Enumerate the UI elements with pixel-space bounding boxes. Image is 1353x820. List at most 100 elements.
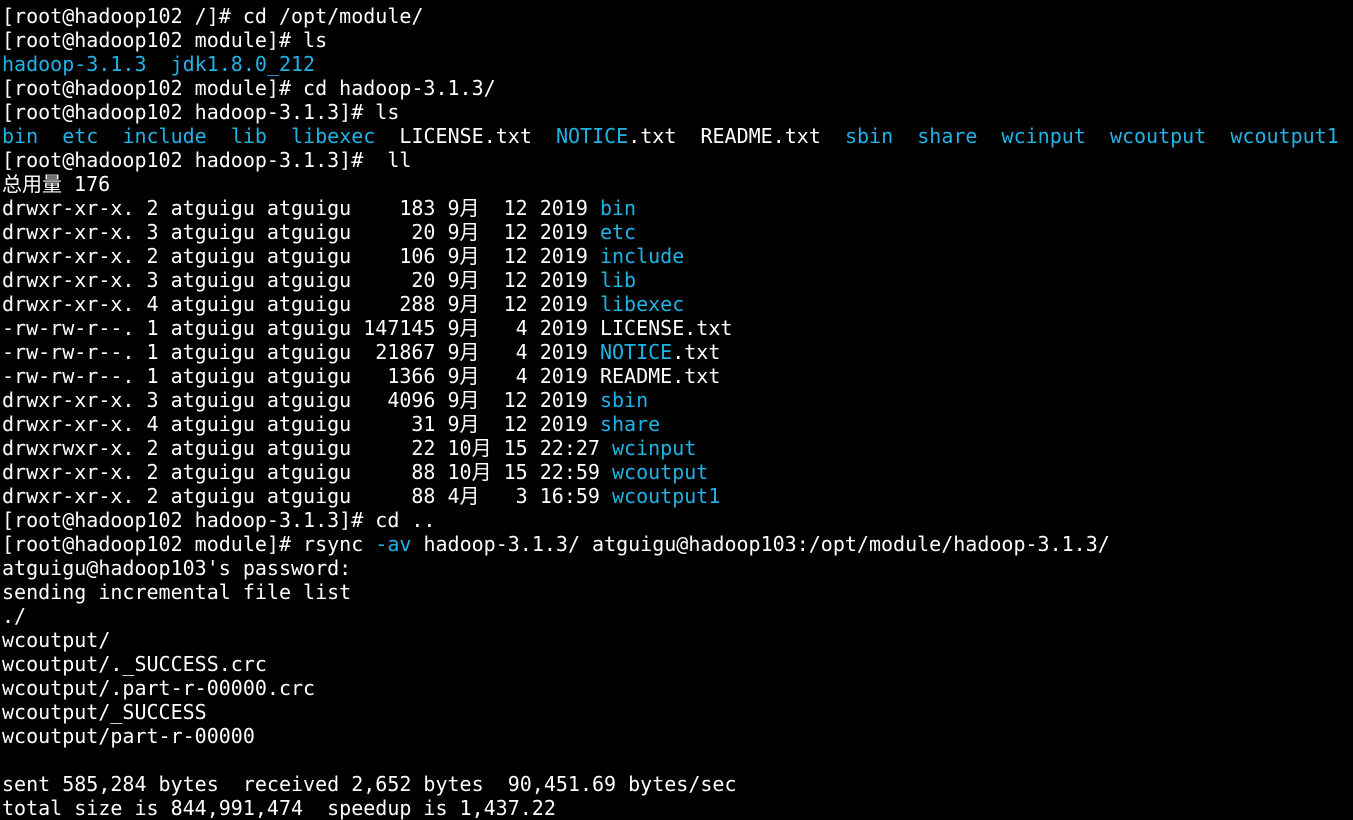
terminal-text: -rw-rw-r--. 1 atguigu atguigu 1366 9月 4 … xyxy=(2,364,721,388)
terminal-line: wcoutput/._SUCCESS.crc xyxy=(2,652,1353,676)
terminal-highlight-text: share xyxy=(917,124,978,148)
terminal-highlight-text: sbin xyxy=(599,388,649,412)
terminal-text: total size is 844,991,474 speedup is 1,4… xyxy=(2,796,556,820)
terminal-line: ./ xyxy=(2,604,1353,628)
terminal-text: wcoutput/._SUCCESS.crc xyxy=(2,652,267,676)
terminal-line: [root@hadoop102 module]# cd hadoop-3.1.3… xyxy=(2,76,1353,100)
terminal-highlight-text: etc xyxy=(599,220,637,244)
terminal-text: wcoutput/.part-r-00000.crc xyxy=(2,676,316,700)
terminal-highlight-text: -av xyxy=(375,532,412,556)
terminal-line: wcoutput/part-r-00000 xyxy=(2,724,1353,748)
terminal-highlight-text: libexec xyxy=(291,124,376,148)
terminal-text: [root@hadoop102 hadoop-3.1.3]# ls xyxy=(2,100,400,124)
terminal-text: [root@hadoop102 hadoop-3.1.3]# cd .. xyxy=(2,508,436,532)
terminal-text: wcoutput/part-r-00000 xyxy=(2,724,255,748)
terminal-text: -rw-rw-r--. 1 atguigu atguigu 147145 9月 … xyxy=(2,316,733,340)
terminal-line: hadoop-3.1.3 jdk1.8.0_212 xyxy=(2,52,1353,76)
terminal-highlight-text: wcinput xyxy=(612,436,697,460)
terminal-text: LICENSE.txt xyxy=(375,124,556,148)
terminal-line: [root@hadoop102 hadoop-3.1.3]# ls xyxy=(2,100,1353,124)
terminal-text: drwxr-xr-x. 3 atguigu atguigu 20 9月 12 2… xyxy=(2,268,600,292)
terminal-text: ./ xyxy=(2,604,27,628)
terminal-text: atguigu@hadoop103's password: xyxy=(2,556,352,580)
terminal-highlight-text: share xyxy=(599,412,661,436)
terminal-highlight-text: bin xyxy=(2,124,39,148)
terminal-line: bin etc include lib libexec LICENSE.txt … xyxy=(2,124,1353,148)
terminal-highlight-text: libexec xyxy=(599,292,685,316)
terminal-text: [root@hadoop102 /]# cd /opt/module/ xyxy=(2,4,424,28)
terminal-highlight-text: NOTICE xyxy=(555,124,629,148)
terminal-text: drwxr-xr-x. 3 atguigu atguigu 4096 9月 12… xyxy=(2,388,600,412)
terminal-line: [root@hadoop102 module]# ls xyxy=(2,28,1353,52)
terminal-text: drwxr-xr-x. 2 atguigu atguigu 88 4月 3 16… xyxy=(2,484,613,508)
terminal-highlight-text: include xyxy=(122,124,207,148)
terminal-line: drwxr-xr-x. 2 atguigu atguigu 88 4月 3 16… xyxy=(2,484,1353,508)
terminal-highlight-text: lib xyxy=(230,124,267,148)
terminal-text: [root@hadoop102 hadoop-3.1.3]# ll xyxy=(2,148,412,172)
terminal-highlight-text: lib xyxy=(599,268,637,292)
terminal-line: wcoutput/_SUCCESS xyxy=(2,700,1353,724)
terminal-highlight-text: bin xyxy=(599,196,637,220)
terminal-line: [root@hadoop102 /]# cd /opt/module/ xyxy=(2,4,1353,28)
terminal-line: [root@hadoop102 module]# rsync -av hadoo… xyxy=(2,532,1353,556)
terminal-text: .txt xyxy=(672,340,721,364)
terminal-highlight-text: sbin xyxy=(844,124,894,148)
terminal-window[interactable]: [root@hadoop102 /]# cd /opt/module/[root… xyxy=(0,0,1353,820)
terminal-text: drwxrwxr-x. 2 atguigu atguigu 22 10月 15 … xyxy=(2,436,613,460)
terminal-line: -rw-rw-r--. 1 atguigu atguigu 1366 9月 4 … xyxy=(2,364,1353,388)
terminal-highlight-text: wcoutput1 xyxy=(1230,124,1339,148)
terminal-text: -rw-rw-r--. 1 atguigu atguigu 21867 9月 4… xyxy=(2,340,600,364)
terminal-text: drwxr-xr-x. 4 atguigu atguigu 288 9月 12 … xyxy=(2,292,600,316)
terminal-line: drwxr-xr-x. 4 atguigu atguigu 31 9月 12 2… xyxy=(2,412,1353,436)
terminal-text: drwxr-xr-x. 3 atguigu atguigu 20 9月 12 2… xyxy=(2,220,600,244)
terminal-line: sending incremental file list xyxy=(2,580,1353,604)
terminal-text: drwxr-xr-x. 4 atguigu atguigu 31 9月 12 2… xyxy=(2,412,600,436)
terminal-highlight-text: etc xyxy=(62,124,99,148)
terminal-line: total size is 844,991,474 speedup is 1,4… xyxy=(2,796,1353,820)
terminal-line: drwxr-xr-x. 3 atguigu atguigu 20 9月 12 2… xyxy=(2,268,1353,292)
terminal-line: drwxr-xr-x. 2 atguigu atguigu 183 9月 12 … xyxy=(2,196,1353,220)
terminal-line: [root@hadoop102 hadoop-3.1.3]# cd .. xyxy=(2,508,1353,532)
terminal-line: [root@hadoop102 hadoop-3.1.3]# ll xyxy=(2,148,1353,172)
terminal-line: drwxrwxr-x. 2 atguigu atguigu 22 10月 15 … xyxy=(2,436,1353,460)
terminal-line: -rw-rw-r--. 1 atguigu atguigu 21867 9月 4… xyxy=(2,340,1353,364)
terminal-highlight-text: hadoop-3.1.3 xyxy=(2,52,147,76)
terminal-text: 总用量 176 xyxy=(2,172,111,196)
terminal-text: drwxr-xr-x. 2 atguigu atguigu 106 9月 12 … xyxy=(2,244,600,268)
terminal-highlight-text: wcoutput1 xyxy=(612,484,721,508)
terminal-text: [root@hadoop102 module]# cd hadoop-3.1.3… xyxy=(2,76,496,100)
terminal-text: drwxr-xr-x. 2 atguigu atguigu 88 10月 15 … xyxy=(2,460,613,484)
terminal-text: sent 585,284 bytes received 2,652 bytes … xyxy=(2,772,737,796)
terminal-highlight-text: NOTICE xyxy=(599,340,673,364)
terminal-line: drwxr-xr-x. 3 atguigu atguigu 20 9月 12 2… xyxy=(2,220,1353,244)
terminal-highlight-text: jdk1.8.0_212 xyxy=(170,52,316,76)
terminal-text: wcoutput/_SUCCESS xyxy=(2,700,207,724)
terminal-text: [root@hadoop102 module]# ls xyxy=(2,28,328,52)
terminal-highlight-text: wcoutput xyxy=(612,460,709,484)
terminal-text: .txt README.txt xyxy=(628,124,845,148)
terminal-text: [root@hadoop102 module]# rsync xyxy=(2,532,376,556)
terminal-highlight-text: include xyxy=(599,244,685,268)
terminal-highlight-text: wcoutput xyxy=(1109,124,1207,148)
terminal-highlight-text: wcinput xyxy=(1001,124,1086,148)
terminal-line: 总用量 176 xyxy=(2,172,1353,196)
terminal-text: hadoop-3.1.3/ atguigu@hadoop103:/opt/mod… xyxy=(411,532,1110,556)
terminal-line: drwxr-xr-x. 3 atguigu atguigu 4096 9月 12… xyxy=(2,388,1353,412)
terminal-line: wcoutput/.part-r-00000.crc xyxy=(2,676,1353,700)
terminal-line: -rw-rw-r--. 1 atguigu atguigu 147145 9月 … xyxy=(2,316,1353,340)
terminal-text: sending incremental file list xyxy=(2,580,352,604)
terminal-line: drwxr-xr-x. 2 atguigu atguigu 88 10月 15 … xyxy=(2,460,1353,484)
terminal-line: atguigu@hadoop103's password: xyxy=(2,556,1353,580)
terminal-text: drwxr-xr-x. 2 atguigu atguigu 183 9月 12 … xyxy=(2,196,600,220)
terminal-line: drwxr-xr-x. 2 atguigu atguigu 106 9月 12 … xyxy=(2,244,1353,268)
